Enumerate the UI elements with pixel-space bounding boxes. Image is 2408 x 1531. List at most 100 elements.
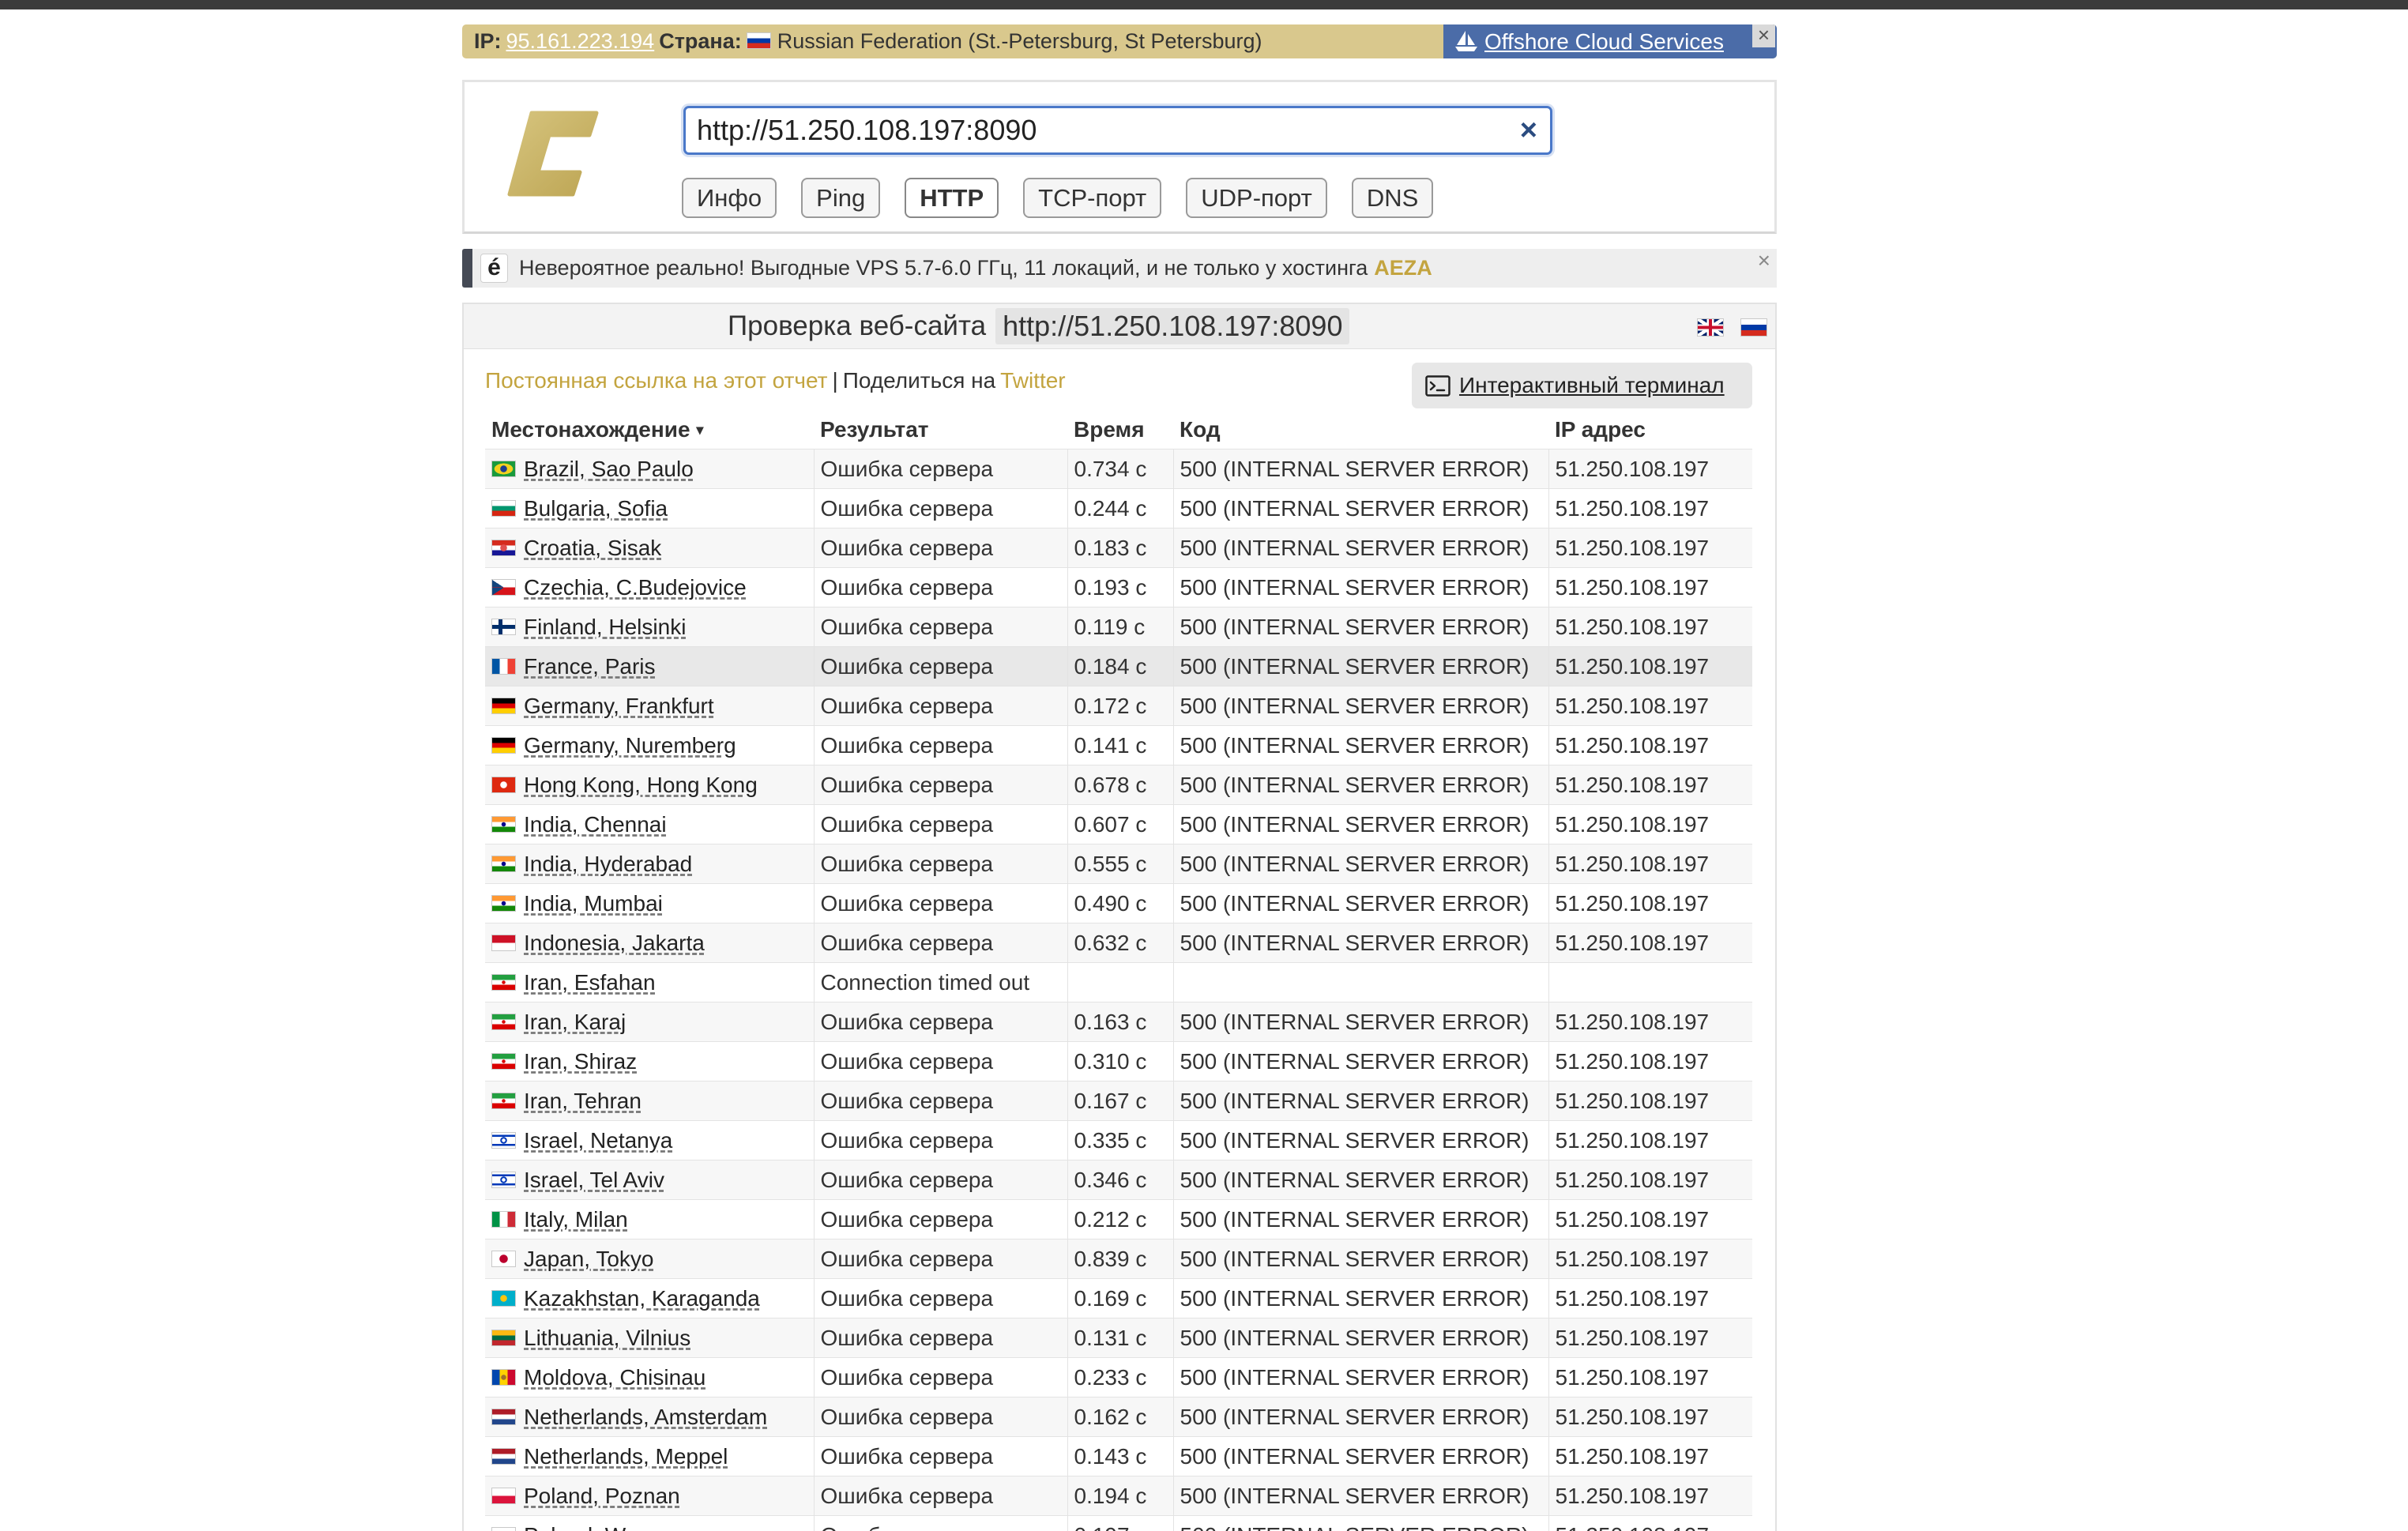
location-link[interactable]: Japan, Tokyo <box>524 1247 654 1272</box>
location-link[interactable]: Netherlands, Meppel <box>524 1444 728 1469</box>
location-link[interactable]: Israel, Tel Aviv <box>524 1168 664 1193</box>
location-link[interactable]: Kazakhstan, Karaganda <box>524 1286 760 1311</box>
code-cell: 500 (INTERNAL SERVER ERROR) <box>1172 607 1548 647</box>
ip-value-link[interactable]: 95.161.223.194 <box>506 29 655 53</box>
location-link[interactable]: India, Mumbai <box>524 891 663 916</box>
clear-input-button[interactable]: × <box>1520 108 1537 152</box>
code-cell: 500 (INTERNAL SERVER ERROR) <box>1172 567 1548 608</box>
location-link[interactable]: India, Chennai <box>524 812 667 837</box>
flag-it-icon <box>491 1211 516 1228</box>
location-link[interactable]: Netherlands, Amsterdam <box>524 1405 767 1430</box>
ad-brand[interactable]: AEZA <box>1374 256 1432 280</box>
flag-hk-icon <box>491 777 516 793</box>
location-link[interactable]: Indonesia, Jakarta <box>524 931 705 956</box>
location-link[interactable]: Czechia, C.Budejovice <box>524 575 747 600</box>
ip-cell: 51.250.108.197 <box>1548 1120 1752 1160</box>
location-link[interactable]: Poland, Warsaw <box>524 1523 684 1531</box>
location-cell: Iran, Tehran <box>485 1081 814 1121</box>
tab-info[interactable]: Инфо <box>682 178 777 218</box>
permalink-link[interactable]: Постоянная ссылка на этот отчет <box>485 368 827 393</box>
report-title: Проверка веб-сайта <box>728 310 987 341</box>
location-link[interactable]: Iran, Esfahan <box>524 970 656 995</box>
time-cell: 0.143 с <box>1067 1436 1173 1476</box>
ip-cell: 51.250.108.197 <box>1548 488 1752 529</box>
column-code: Код <box>1180 417 1221 442</box>
location-wrap: Indonesia, Jakarta <box>491 931 807 956</box>
location-cell: Iran, Esfahan <box>485 962 814 1002</box>
location-link[interactable]: Finland, Helsinki <box>524 615 686 640</box>
ip-cell: 51.250.108.197 <box>1548 883 1752 923</box>
location-cell: Croatia, Sisak <box>485 528 814 568</box>
result-row: Germany, Nuremberg Ошибка сервера 0.141 с5… <box>485 725 1752 766</box>
location-link[interactable]: Hong Kong, Hong Kong <box>524 773 758 798</box>
flag-lt-icon <box>491 1330 516 1346</box>
location-link[interactable]: Israel, Netanya <box>524 1128 672 1153</box>
location-link[interactable]: Iran, Tehran <box>524 1089 642 1114</box>
location-cell: India, Chennai <box>485 804 814 844</box>
offshore-promo-label[interactable]: Offshore Cloud Services <box>1484 24 1724 58</box>
location-link[interactable]: Croatia, Sisak <box>524 536 661 561</box>
language-russian-flag-icon[interactable] <box>1740 318 1767 337</box>
flag-cz-icon <box>491 579 516 596</box>
location-cell: Germany, Frankfurt <box>485 686 814 726</box>
twitter-share-link[interactable]: Twitter <box>1000 368 1065 393</box>
ip-cell: 51.250.108.197 <box>1548 1436 1752 1476</box>
result-cell: Ошибка сервера <box>813 1397 1067 1437</box>
flag-pl-icon <box>491 1527 516 1531</box>
location-wrap: Lithuania, Vilnius <box>491 1326 807 1351</box>
result-cell: Ошибка сервера <box>813 686 1067 726</box>
ad-close-button[interactable]: × <box>1758 241 1770 280</box>
flag-il-icon <box>491 1172 516 1188</box>
location-wrap: Moldova, Chisinau <box>491 1365 807 1390</box>
hosting-ad-banner[interactable]: é Невероятное реально! Выгодные VPS 5.7-… <box>462 248 1777 288</box>
location-link[interactable]: Moldova, Chisinau <box>524 1365 705 1390</box>
offshore-promo-link[interactable]: Offshore Cloud Services × <box>1443 24 1777 58</box>
interactive-terminal-label[interactable]: Интерактивный терминал <box>1459 363 1725 408</box>
interactive-terminal-button[interactable]: Интерактивный терминал <box>1412 363 1752 408</box>
location-link[interactable]: Germany, Frankfurt <box>524 694 714 719</box>
result-row: Poland, Warsaw Ошибка сервера0.197 с500 (… <box>485 1515 1752 1531</box>
location-link[interactable]: Iran, Shiraz <box>524 1049 637 1074</box>
result-cell: Ошибка сервера <box>813 567 1067 608</box>
language-english-flag-icon[interactable] <box>1697 318 1724 337</box>
result-cell: Ошибка сервера <box>813 1318 1067 1358</box>
url-input[interactable] <box>686 108 1492 152</box>
promo-close-button[interactable]: × <box>1752 24 1775 47</box>
column-time: Время <box>1074 417 1145 442</box>
result-cell: Ошибка сервера <box>813 923 1067 963</box>
code-cell: 500 (INTERNAL SERVER ERROR) <box>1172 1160 1548 1200</box>
ip-cell: 51.250.108.197 <box>1548 1476 1752 1516</box>
tab-ping[interactable]: Ping <box>801 178 881 218</box>
location-cell: Kazakhstan, Karaganda <box>485 1278 814 1318</box>
location-link[interactable]: Germany, Nuremberg <box>524 733 736 758</box>
location-link[interactable]: Bulgaria, Sofia <box>524 496 668 521</box>
tab-http[interactable]: HTTP <box>905 178 999 218</box>
location-link[interactable]: India, Hyderabad <box>524 852 692 877</box>
ip-cell: 51.250.108.197 <box>1548 1357 1752 1397</box>
tab-dns[interactable]: DNS <box>1351 178 1434 218</box>
report-links: Постоянная ссылка на этот отчет | Поделить… <box>485 367 1066 394</box>
location-link[interactable]: France, Paris <box>524 654 656 679</box>
check-host-logo-icon[interactable] <box>506 111 599 197</box>
result-row: Netherlands, Amsterdam Ошибка сервера 0.16… <box>485 1397 1752 1437</box>
tab-udp-port[interactable]: UDP-порт <box>1186 178 1327 218</box>
results-header-row: Местонахождение ▾ Результат Время Код IP… <box>485 411 1752 450</box>
tab-tcp-port[interactable]: TCP-порт <box>1023 178 1162 218</box>
ip-cell: 51.250.108.197 <box>1548 686 1752 726</box>
flag-in-icon <box>491 895 516 912</box>
location-cell: Japan, Tokyo <box>485 1239 814 1279</box>
location-link[interactable]: Brazil, Sao Paulo <box>524 457 694 482</box>
location-link[interactable]: Lithuania, Vilnius <box>524 1326 690 1351</box>
location-cell: Israel, Tel Aviv <box>485 1160 814 1200</box>
location-wrap: Kazakhstan, Karaganda <box>491 1286 807 1311</box>
location-wrap: Netherlands, Meppel <box>491 1444 807 1469</box>
location-link[interactable]: Iran, Karaj <box>524 1010 626 1035</box>
location-cell: Hong Kong, Hong Kong <box>485 765 814 805</box>
location-link[interactable]: Poland, Poznan <box>524 1484 680 1509</box>
ad-text[interactable]: Невероятное реально! Выгодные VPS 5.7-6.… <box>519 249 1432 288</box>
column-location[interactable]: Местонахождение ▾ <box>485 411 814 450</box>
code-cell: 500 (INTERNAL SERVER ERROR) <box>1172 1515 1548 1531</box>
time-cell: 0.141 с <box>1067 725 1173 766</box>
result-row: Poland, Poznan Ошибка сервера 0.194 с 500 (… <box>485 1476 1752 1516</box>
location-link[interactable]: Italy, Milan <box>524 1207 628 1232</box>
